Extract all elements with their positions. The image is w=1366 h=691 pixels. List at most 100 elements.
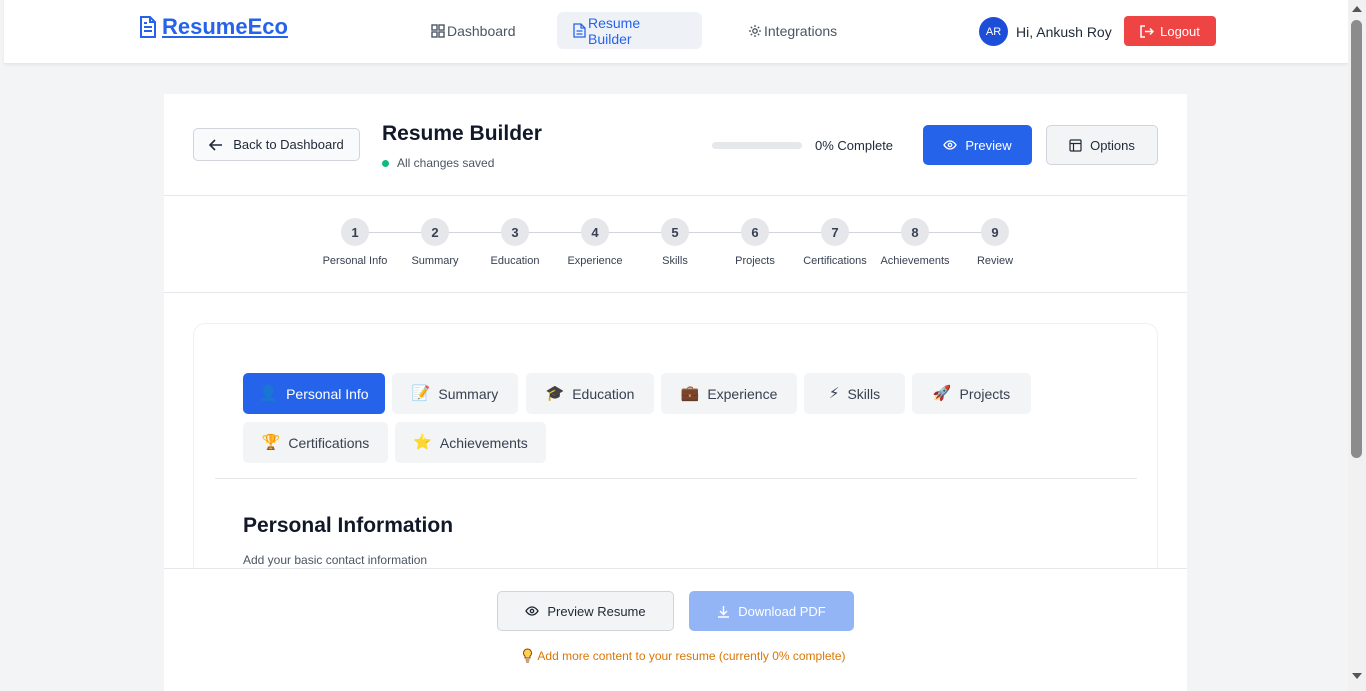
step-number: 3	[501, 218, 529, 246]
eye-icon	[943, 140, 958, 150]
preview-resume-button[interactable]: Preview Resume	[497, 591, 674, 631]
progress-text: 0% Complete	[815, 138, 894, 153]
save-status-text: All changes saved	[397, 156, 495, 170]
logout-icon	[1140, 24, 1155, 38]
tab-achievements[interactable]: ⭐ Achievements	[395, 422, 546, 463]
tab-personal-info[interactable]: 👤 Personal Info	[243, 373, 385, 414]
nav-integrations-label: Integrations	[764, 22, 838, 39]
scroll-down-arrow-icon[interactable]	[1352, 673, 1362, 679]
back-to-dashboard-button[interactable]: Back to Dashboard	[193, 128, 360, 161]
lightbulb-icon	[522, 648, 533, 663]
tab-summary[interactable]: 📝 Summary	[392, 373, 518, 414]
step-experience[interactable]: 4 Experience	[555, 218, 635, 267]
save-status: All changes saved	[382, 156, 494, 170]
star-icon: ⭐	[413, 434, 432, 451]
step-number: 7	[821, 218, 849, 246]
scroll-thumb[interactable]	[1351, 20, 1362, 458]
tabs-divider	[215, 478, 1137, 479]
download-pdf-button[interactable]: Download PDF	[689, 591, 854, 631]
gear-icon	[748, 24, 762, 38]
action-footer: Preview Resume Download PDF Add more con…	[164, 568, 1187, 691]
step-label: Skills	[662, 255, 688, 267]
step-number: 8	[901, 218, 929, 246]
logout-label: Logout	[1160, 23, 1200, 39]
progress-bar	[712, 142, 802, 149]
step-label: Experience	[567, 255, 623, 267]
step-label: Achievements	[880, 255, 950, 267]
completion-hint-text: Add more content to your resume (current…	[537, 648, 846, 663]
step-certifications[interactable]: 7 Certifications	[795, 218, 875, 267]
rocket-icon: 🚀	[932, 385, 952, 402]
nav-dashboard-label: Dashboard	[447, 22, 516, 39]
brand-name: ResumeEco	[162, 14, 288, 39]
person-icon: 👤	[259, 385, 279, 402]
step-number: 1	[341, 218, 369, 246]
tab-label: Experience	[707, 385, 778, 402]
avatar: AR	[979, 17, 1008, 46]
step-label: Personal Info	[322, 255, 388, 267]
section-title: Personal Information	[243, 514, 454, 537]
tab-label: Personal Info	[286, 385, 369, 402]
step-number: 4	[581, 218, 609, 246]
top-navbar: ResumeEco Dashboard Resume Builder Integ…	[4, 0, 1348, 64]
tab-experience[interactable]: 💼 Experience	[661, 373, 797, 414]
step-number: 2	[421, 218, 449, 246]
step-achievements[interactable]: 8 Achievements	[875, 218, 955, 267]
step-label: Education	[490, 255, 540, 267]
nav-dashboard[interactable]: Dashboard	[415, 12, 532, 49]
graduation-cap-icon: 🎓	[545, 385, 565, 402]
progress-stepper: 1 Personal Info 2 Summary 3 Education 4 …	[164, 197, 1187, 293]
memo-icon: 📝	[411, 385, 431, 402]
options-label: Options	[1090, 137, 1135, 153]
document-icon	[573, 23, 586, 38]
step-education[interactable]: 3 Education	[475, 218, 555, 267]
back-to-dashboard-label: Back to Dashboard	[233, 137, 344, 152]
step-label: Certifications	[803, 255, 867, 267]
arrow-left-icon	[209, 138, 223, 151]
lightning-icon: ⚡	[828, 385, 840, 402]
section-subtitle: Add your basic contact information	[243, 553, 428, 567]
tab-label: Summary	[438, 385, 499, 402]
logout-button[interactable]: Logout	[1124, 16, 1216, 46]
builder-header: Back to Dashboard Resume Builder All cha…	[164, 94, 1187, 196]
step-number: 9	[981, 218, 1009, 246]
preview-button[interactable]: Preview	[923, 125, 1032, 165]
tab-label: Certifications	[288, 434, 370, 451]
tab-label: Achievements	[439, 434, 528, 451]
dashboard-grid-icon	[431, 23, 445, 38]
step-summary[interactable]: 2 Summary	[395, 218, 475, 267]
tab-certifications[interactable]: 🏆 Certifications	[243, 422, 388, 463]
scroll-up-arrow-icon[interactable]	[1352, 6, 1362, 12]
tab-education[interactable]: 🎓 Education	[526, 373, 654, 414]
brand-logo[interactable]: ResumeEco	[138, 14, 288, 40]
nav-resume-builder-label: Resume Builder	[588, 14, 641, 47]
nav-resume-builder[interactable]: Resume Builder	[557, 12, 702, 49]
status-dot-icon	[382, 159, 389, 167]
step-review[interactable]: 9 Review	[955, 218, 1035, 267]
tab-skills[interactable]: ⚡ Skills	[804, 373, 905, 414]
step-label: Summary	[411, 255, 459, 267]
trophy-icon: 🏆	[261, 434, 281, 451]
step-number: 5	[661, 218, 689, 246]
document-icon	[138, 15, 158, 39]
briefcase-icon: 💼	[680, 385, 700, 402]
tab-label: Skills	[847, 385, 881, 402]
step-label: Projects	[735, 255, 775, 267]
options-button[interactable]: Options	[1046, 125, 1158, 165]
step-number: 6	[741, 218, 769, 246]
user-greeting: Hi, Ankush Roy	[1016, 23, 1112, 40]
download-pdf-label: Download PDF	[738, 603, 826, 619]
user-menu[interactable]: AR Hi, Ankush Roy	[979, 17, 1112, 46]
tab-projects[interactable]: 🚀 Projects	[912, 373, 1031, 414]
step-projects[interactable]: 6 Projects	[715, 218, 795, 267]
tab-label: Education	[572, 385, 635, 402]
completion-hint: Add more content to your resume (current…	[164, 648, 1204, 663]
eye-icon	[525, 606, 540, 616]
download-icon	[717, 605, 730, 618]
tab-label: Projects	[959, 385, 1011, 402]
nav-integrations[interactable]: Integrations	[732, 12, 853, 49]
page-scrollbar[interactable]	[1348, 0, 1366, 691]
step-skills[interactable]: 5 Skills	[635, 218, 715, 267]
page-title: Resume Builder	[382, 122, 542, 145]
step-personal-info[interactable]: 1 Personal Info	[315, 218, 395, 267]
